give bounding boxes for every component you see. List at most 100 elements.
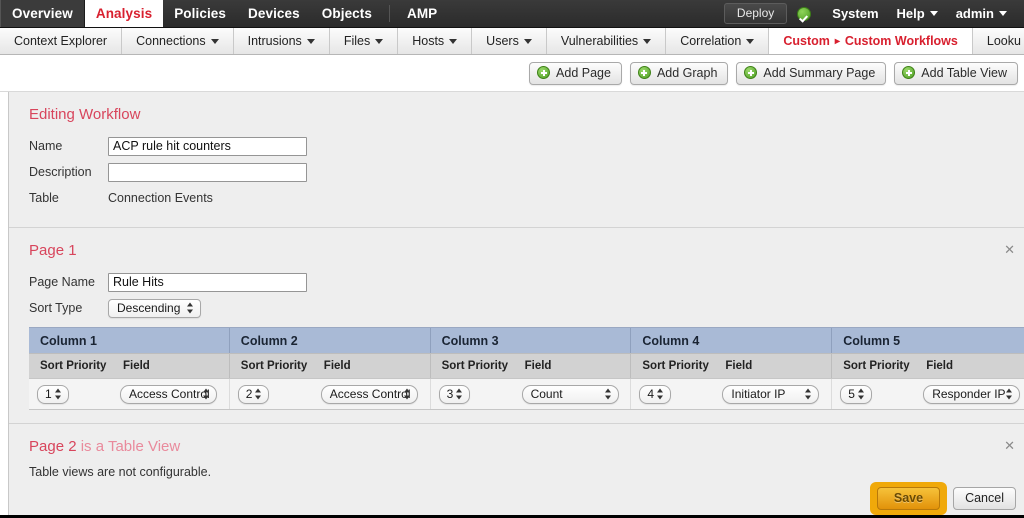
sort-priority-cell-4: 4 — [639, 384, 722, 404]
columns-control-row: 1 Access Control 2 Access Control 3 Coun… — [29, 378, 1024, 410]
updown-arrows-icon — [857, 388, 865, 401]
field-cell-3: Count — [521, 384, 631, 404]
top-nav-overview-label: Overview — [12, 6, 73, 21]
add-graph-button[interactable]: Add Graph — [629, 61, 729, 85]
add-table-view-button[interactable]: Add Table View — [894, 61, 1018, 85]
deploy-button[interactable]: Deploy — [723, 3, 788, 24]
updown-arrows-icon — [456, 388, 463, 401]
subnav-item-files[interactable]: Files — [330, 28, 399, 54]
top-nav-amp[interactable]: AMP — [396, 0, 448, 27]
subnav-item-users[interactable]: Users — [472, 28, 547, 54]
sort-priority-select-1[interactable]: 1 — [37, 384, 69, 404]
add-page-button[interactable]: Add Page — [529, 61, 622, 85]
subnav-item-lookup[interactable]: Looku — [973, 28, 1024, 54]
page1-sort-type-row: Sort Type Descending — [9, 295, 1024, 321]
sort-type-value: Descending — [117, 301, 181, 315]
subnav-item-intrusions[interactable]: Intrusions — [234, 28, 330, 54]
chevron-down-icon — [375, 38, 384, 44]
columns-table: Column 1 Column 2 Column 3 Column 4 Colu… — [29, 327, 1024, 410]
field-cell-4: Initiator IP — [722, 384, 831, 404]
sort-priority-select-3[interactable]: 3 — [438, 384, 471, 404]
updown-arrows-icon — [805, 388, 812, 401]
cancel-button[interactable]: Cancel — [953, 487, 1016, 510]
add-summary-page-label: Add Summary Page — [763, 65, 876, 80]
save-button-highlight: Save — [869, 482, 948, 515]
sort-type-select[interactable]: Descending — [108, 298, 202, 318]
updown-arrows-icon — [255, 388, 262, 401]
subnav-item-custom-workflows[interactable]: Custom ▸ Custom Workflows — [769, 28, 973, 54]
sort-priority-select-4[interactable]: 4 — [639, 384, 672, 404]
top-nav-analysis-label: Analysis — [95, 6, 153, 21]
subheader-group-3: Sort Priority Field — [431, 354, 632, 378]
sort-priority-cell-2: 2 — [237, 384, 321, 404]
green-check-circle-icon[interactable] — [797, 6, 812, 21]
subnav-custom-workflows-label: Custom Workflows — [844, 34, 958, 48]
sort-priority-cell-1: 1 — [37, 384, 120, 404]
updown-arrows-icon — [203, 388, 210, 401]
subnav-item-context-explorer[interactable]: Context Explorer — [0, 28, 123, 54]
field-cell-2: Access Control — [320, 384, 430, 404]
top-nav-overview[interactable]: Overview — [0, 0, 85, 27]
page-toolbar: Add Page Add Graph Add Summary Page Add … — [0, 55, 1024, 92]
column-controls-2: 2 Access Control — [230, 379, 431, 409]
subnav-context-explorer-label: Context Explorer — [14, 34, 108, 48]
workflow-table-label: Table — [29, 191, 59, 205]
column-header-5: Column 5 — [832, 328, 1024, 353]
subnav-files-label: Files — [343, 34, 371, 48]
chevron-down-icon — [210, 38, 219, 44]
workflow-name-row: Name — [9, 133, 1024, 159]
sort-priority-select-2[interactable]: 2 — [237, 384, 270, 404]
save-button[interactable]: Save — [876, 487, 941, 510]
page1-close-icon[interactable]: ✕ — [1004, 244, 1015, 257]
top-nav-policies[interactable]: Policies — [163, 0, 237, 27]
top-nav-devices[interactable]: Devices — [237, 0, 311, 27]
top-nav-objects[interactable]: Objects — [311, 0, 383, 27]
columns-subheader-row: Sort Priority Field Sort Priority Field … — [29, 353, 1024, 378]
chevron-down-icon — [999, 11, 1007, 16]
admin-menu[interactable]: admin — [947, 6, 1016, 21]
workflow-name-input[interactable] — [108, 136, 307, 156]
help-menu[interactable]: Help — [888, 6, 947, 21]
chevron-down-icon — [643, 38, 652, 44]
sort-priority-cell-5: 5 — [840, 384, 923, 404]
add-summary-page-button[interactable]: Add Summary Page — [736, 61, 887, 85]
updown-arrows-icon — [187, 302, 194, 315]
page1-section: Page 1 ✕ Page Name Sort Type Descending … — [9, 228, 1024, 410]
content-panel: Editing Workflow Name Description Table … — [8, 92, 1024, 517]
page1-heading: Page 1 — [29, 242, 77, 259]
top-nav-devices-label: Devices — [248, 6, 300, 21]
field-select-2[interactable]: Access Control — [320, 384, 418, 404]
top-nav-divider — [388, 5, 390, 22]
field-select-4[interactable]: Initiator IP — [722, 384, 820, 404]
column-header-4: Column 4 — [631, 328, 833, 353]
subnav-item-connections[interactable]: Connections — [122, 28, 234, 54]
field-label-1: Field — [123, 360, 150, 372]
page1-sort-type-label: Sort Type — [29, 301, 83, 315]
chevron-down-icon — [306, 38, 315, 44]
subnav-item-hosts[interactable]: Hosts — [398, 28, 473, 54]
field-value-4: Initiator IP — [731, 387, 786, 401]
help-menu-label: Help — [896, 6, 925, 21]
page1-name-row: Page Name — [9, 269, 1024, 295]
sort-priority-value-2: 2 — [245, 387, 253, 401]
page-body: Editing Workflow Name Description Table … — [0, 92, 1024, 517]
subnav-item-vulnerabilities[interactable]: Vulnerabilities — [547, 28, 667, 54]
top-nav-amp-label: AMP — [406, 6, 438, 21]
field-select-5[interactable]: Responder IP — [923, 384, 1021, 404]
page2-close-icon[interactable]: ✕ — [1004, 440, 1015, 453]
chevron-down-icon — [449, 38, 458, 44]
field-select-3[interactable]: Count — [521, 384, 619, 404]
sort-priority-select-5[interactable]: 5 — [840, 384, 872, 404]
page1-name-input[interactable] — [108, 272, 307, 292]
field-cell-5: Responder IP — [923, 384, 1024, 404]
page1-name-label: Page Name — [29, 275, 96, 289]
system-menu[interactable]: System — [823, 6, 887, 21]
top-nav-analysis[interactable]: Analysis — [84, 0, 164, 27]
workflow-description-input[interactable] — [108, 162, 307, 182]
workflow-description-row: Description — [9, 159, 1024, 185]
sort-priority-label-3: Sort Priority — [441, 360, 509, 372]
field-select-1[interactable]: Access Control — [120, 384, 217, 404]
workflow-table-value: Connection Events — [108, 191, 213, 205]
subnav-item-correlation[interactable]: Correlation — [666, 28, 770, 54]
column-controls-1: 1 Access Control — [29, 379, 230, 409]
